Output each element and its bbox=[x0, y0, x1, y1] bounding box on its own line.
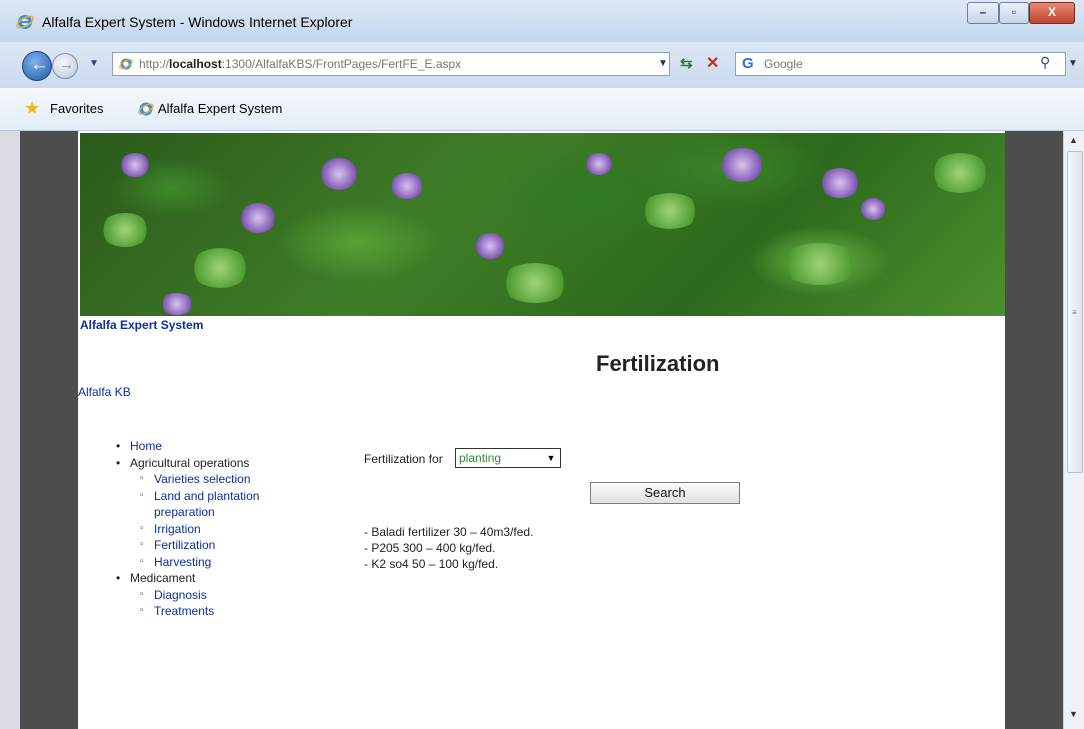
fertilization-stage-select[interactable]: planting ▼ bbox=[455, 448, 561, 468]
select-value: planting bbox=[459, 451, 502, 465]
browser-viewport: ▲ ≡ ▼ Alfalfa Expert System Fertilizatio… bbox=[0, 131, 1084, 729]
result-line: - K2 so4 50 – 100 kg/fed. bbox=[364, 557, 499, 571]
navigation-bar: ← → ▼ http://localhost:1300/AlfalfaKBS/F… bbox=[0, 42, 1084, 88]
page-gutter-right bbox=[1005, 131, 1063, 729]
result-line: - Baladi fertilizer 30 – 40m3/fed. bbox=[364, 525, 534, 539]
search-placeholder: Google bbox=[764, 57, 803, 71]
ie-logo-icon bbox=[16, 15, 34, 29]
menu-item-harvesting[interactable]: Harvesting bbox=[116, 554, 259, 571]
stop-icon[interactable]: ✕ bbox=[706, 53, 719, 73]
menu-item-fertilization[interactable]: Fertilization bbox=[116, 537, 259, 554]
scroll-up-icon[interactable]: ▲ bbox=[1069, 135, 1078, 145]
site-title[interactable]: Alfalfa Expert System bbox=[80, 318, 203, 332]
menu-item-home[interactable]: Home bbox=[116, 438, 259, 455]
back-arrow-icon: ← bbox=[30, 54, 49, 75]
refresh-icon[interactable]: ⇆ bbox=[680, 54, 693, 72]
menu-item-diagnosis[interactable]: Diagnosis bbox=[116, 587, 259, 604]
close-icon: X bbox=[1047, 5, 1056, 19]
page-title: Fertilization bbox=[596, 351, 720, 376]
menu-item-medicament: Medicament bbox=[116, 570, 259, 587]
window-titlebar: Alfalfa Expert System - Windows Internet… bbox=[0, 0, 1084, 43]
forward-button[interactable]: → bbox=[52, 53, 78, 79]
favorites-button[interactable]: Favorites bbox=[50, 101, 103, 116]
chevron-down-icon[interactable]: ▼ bbox=[544, 451, 558, 465]
menu-link-home[interactable]: Home bbox=[130, 439, 162, 453]
google-icon: G bbox=[742, 55, 754, 72]
menu-item-agricultural-operations: Agricultural operations bbox=[116, 455, 259, 472]
address-dropdown-icon[interactable]: ▼ bbox=[658, 58, 668, 69]
search-field[interactable]: G Google bbox=[735, 52, 1066, 76]
window-title: Alfalfa Expert System - Windows Internet… bbox=[42, 14, 353, 30]
close-button[interactable]: X bbox=[1029, 2, 1075, 24]
back-button[interactable]: ← bbox=[22, 51, 52, 81]
tab-alfalfa-expert-system[interactable]: Alfalfa Expert System bbox=[158, 101, 282, 116]
scroll-down-icon[interactable]: ▼ bbox=[1069, 709, 1078, 719]
scroll-thumb[interactable]: ≡ bbox=[1067, 151, 1083, 473]
vertical-scrollbar[interactable]: ▲ ≡ ▼ bbox=[1063, 131, 1084, 729]
favorites-bar: ★ Favorites Alfalfa Expert System bbox=[0, 88, 1084, 131]
fertilization-results: - Baladi fertilizer 30 – 40m3/fed. - P20… bbox=[364, 524, 533, 572]
search-options-icon[interactable]: ▼ bbox=[1068, 58, 1078, 69]
menu-item-land-preparation[interactable]: Land and plantationpreparation bbox=[116, 488, 259, 521]
maximize-icon: ▫ bbox=[1011, 5, 1017, 19]
search-icon[interactable]: ⚲ bbox=[1040, 54, 1050, 71]
address-field[interactable]: http://localhost:1300/AlfalfaKBS/FrontPa… bbox=[112, 52, 670, 76]
page-content: Alfalfa Expert System Fertilization Alfa… bbox=[78, 131, 1005, 729]
search-button[interactable]: Search bbox=[590, 482, 740, 504]
menu-item-treatments[interactable]: Treatments bbox=[116, 603, 259, 620]
url-text: http://localhost:1300/AlfalfaKBS/FrontPa… bbox=[139, 57, 462, 71]
favorites-star-icon[interactable]: ★ bbox=[24, 98, 40, 119]
maximize-button[interactable]: ▫ bbox=[999, 2, 1029, 24]
history-dropdown-icon[interactable]: ▼ bbox=[89, 58, 99, 69]
result-line: - P205 300 – 400 kg/fed. bbox=[364, 541, 496, 555]
menu-item-varieties-selection[interactable]: Varieties selection bbox=[116, 471, 259, 488]
page-icon bbox=[119, 58, 133, 70]
alfalfa-kb-link[interactable]: Alfalfa KB bbox=[78, 385, 131, 399]
page-gutter-left bbox=[0, 131, 78, 729]
forward-arrow-icon: → bbox=[59, 56, 74, 73]
tab-ie-icon bbox=[138, 102, 154, 116]
alfalfa-banner-image bbox=[80, 133, 1005, 316]
menu-item-irrigation[interactable]: Irrigation bbox=[116, 521, 259, 538]
minimize-icon: – bbox=[979, 5, 987, 19]
sidebar-menu: Home Agricultural operations Varieties s… bbox=[116, 438, 259, 620]
fertilization-for-label: Fertilization for bbox=[364, 452, 443, 466]
minimize-button[interactable]: – bbox=[967, 2, 999, 24]
